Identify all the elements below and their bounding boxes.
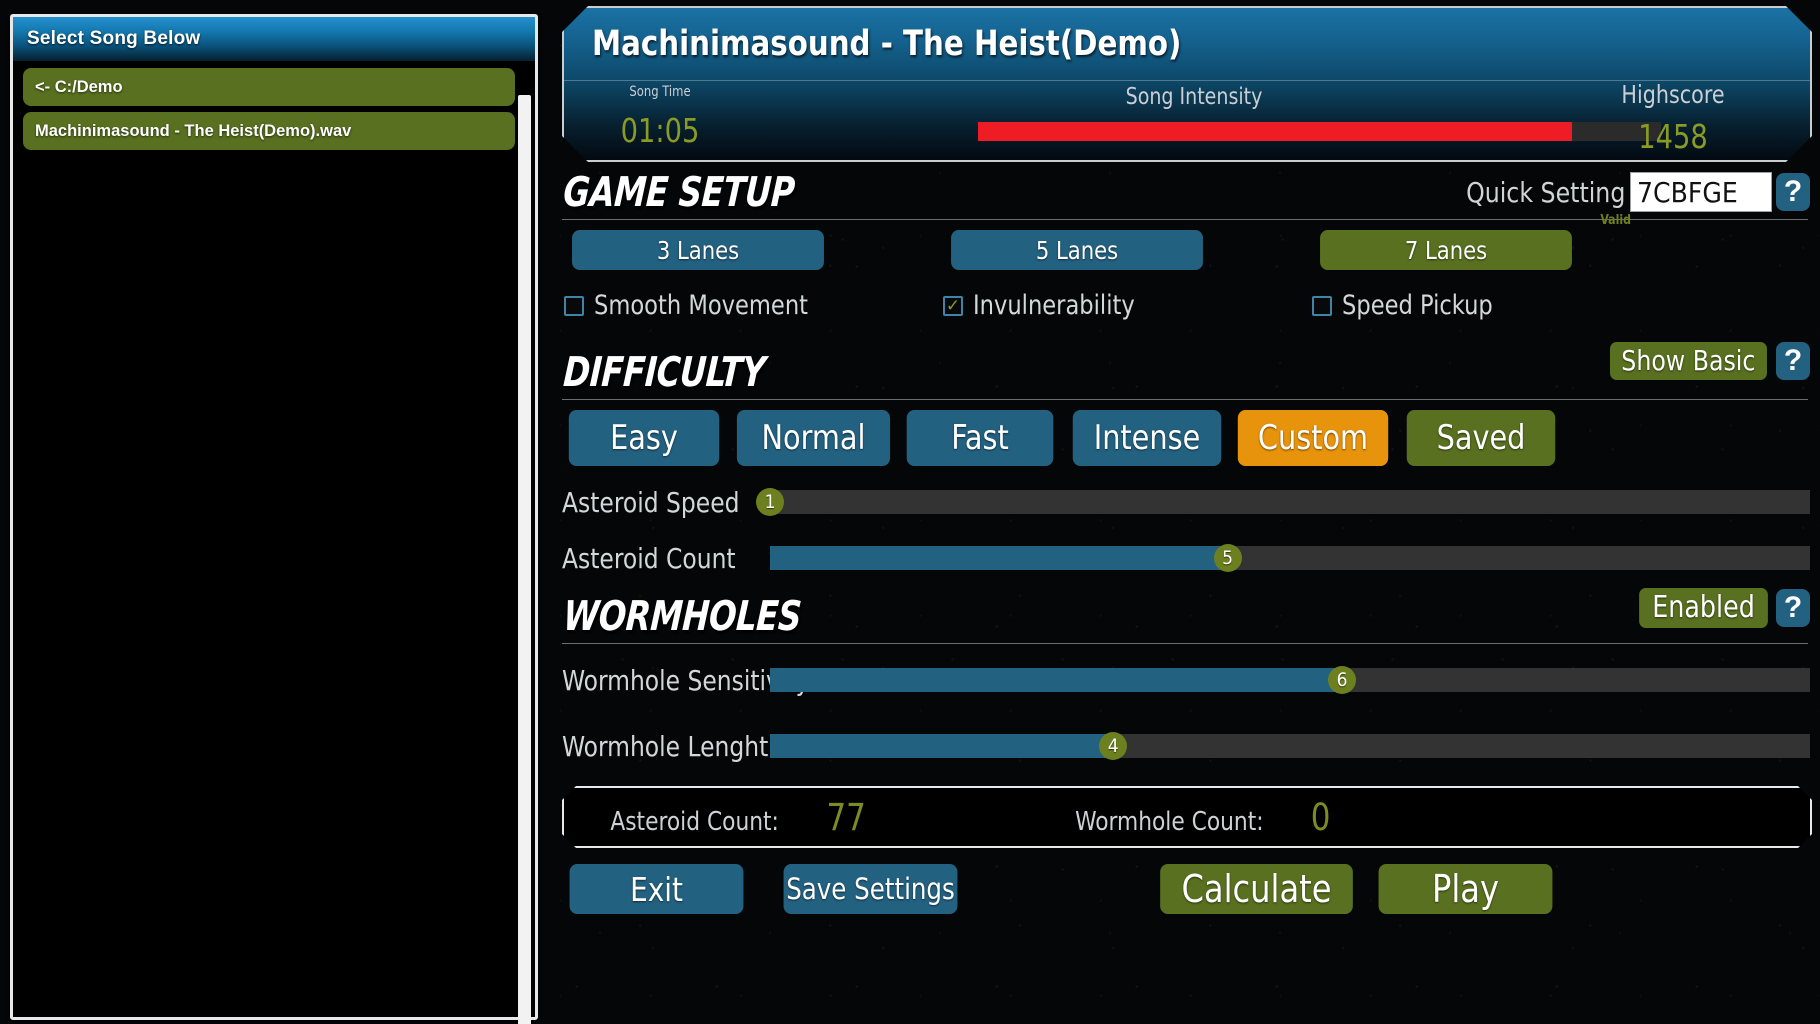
song-list-scrollbar-thumb[interactable] — [518, 95, 531, 1024]
asteroid-speed-label: Asteroid Speed — [562, 485, 740, 519]
wormhole-count-summary: Wormhole Count: 0 — [1068, 796, 1332, 839]
slider-knob[interactable]: 4 — [1099, 732, 1128, 760]
asteroid-count-summary: Asteroid Count: 77 — [604, 796, 868, 839]
difficulty-fast-button[interactable]: Fast — [906, 410, 1054, 466]
song-browser-title: Select Song Below — [27, 28, 201, 49]
wormhole-length-slider[interactable]: 4 — [770, 732, 1810, 760]
difficulty-normal-button[interactable]: Normal — [736, 410, 891, 466]
asteroid-count-slider[interactable]: 5 — [770, 544, 1810, 572]
asteroid-count-summary-label: Asteroid Count: — [610, 806, 779, 837]
checkbox-label: Invulnerability — [973, 290, 1135, 321]
wormhole-sensitivity-slider-row: Wormhole Sensitivity 6 — [562, 658, 1812, 702]
song-list-item-label: <- C:/Demo — [35, 77, 123, 96]
quick-setting-group: Quick Setting Valid ? — [1461, 172, 1810, 228]
slider-knob[interactable]: 6 — [1328, 666, 1356, 694]
wormhole-count-summary-label: Wormhole Count: — [1074, 806, 1264, 837]
wormholes-help-icon[interactable]: ? — [1776, 589, 1810, 627]
difficulty-saved-button[interactable]: Saved — [1406, 410, 1556, 466]
asteroid-speed-slider-row: Asteroid Speed 1 — [562, 480, 1812, 524]
song-time-label: Song Time — [629, 84, 691, 100]
highscore-stat: Highscore 1458 — [1558, 80, 1788, 156]
checkbox-label: Speed Pickup — [1342, 290, 1493, 321]
action-button-row: Exit Save Settings Calculate Play — [562, 864, 1812, 920]
highscore-value: 1458 — [1638, 117, 1708, 156]
lane-count-3-button[interactable]: 3 Lanes — [572, 230, 824, 270]
checkbox-label: Smooth Movement — [594, 290, 809, 321]
song-intensity-stat: Song Intensity — [864, 84, 1524, 141]
song-time-value: 01:05 — [620, 111, 700, 150]
app-window: Select Song Below <- C:/Demo Machinimaso… — [0, 0, 1820, 1024]
quick-setting-label: Quick Setting — [1465, 175, 1625, 209]
game-setup-header: GAME SETUP Quick Setting Valid ? — [562, 168, 1812, 228]
slider-fill — [770, 668, 1342, 692]
wormhole-sensitivity-label: Wormhole Sensitivity — [562, 663, 810, 697]
calculate-button[interactable]: Calculate — [1160, 864, 1353, 914]
slider-fill — [770, 734, 1114, 758]
settings-content: GAME SETUP Quick Setting Valid ? 3 Lanes… — [562, 168, 1812, 1018]
game-setup-title: GAME SETUP — [562, 168, 796, 216]
difficulty-easy-button[interactable]: Easy — [568, 410, 720, 466]
lane-count-7-button[interactable]: 7 Lanes — [1320, 230, 1572, 270]
difficulty-preset-group: Easy Normal Fast Intense Custom Saved — [562, 410, 1812, 468]
now-playing-banner: Machinimasound - The Heist(Demo) Song Ti… — [562, 6, 1812, 162]
counts-summary-panel: Asteroid Count: 77 Wormhole Count: 0 — [562, 786, 1812, 848]
quick-setting-input[interactable] — [1630, 172, 1772, 212]
song-list-item-directory[interactable]: <- C:/Demo — [23, 68, 515, 106]
wormholes-title: WORMHOLES — [562, 592, 803, 640]
song-list-item-label: Machinimasound - The Heist(Demo).wav — [35, 121, 352, 140]
difficulty-header-actions: Show Basic ? — [1605, 342, 1810, 380]
quick-setting-help-icon[interactable]: ? — [1776, 173, 1810, 211]
save-settings-button[interactable]: Save Settings — [783, 864, 958, 914]
wormhole-length-slider-row: Wormhole Lenght 4 — [562, 724, 1812, 768]
song-time-stat: Song Time 01:05 — [580, 84, 740, 150]
difficulty-intense-button[interactable]: Intense — [1072, 410, 1222, 466]
highscore-label: Highscore — [1621, 80, 1725, 109]
song-list-item-file[interactable]: Machinimasound - The Heist(Demo).wav — [23, 112, 515, 150]
section-divider — [562, 399, 1808, 400]
slider-fill — [770, 546, 1228, 570]
invulnerability-checkbox[interactable]: ✓ Invulnerability — [943, 290, 1147, 321]
asteroid-count-slider-row: Asteroid Count 5 — [562, 536, 1812, 580]
wormholes-enabled-toggle[interactable]: Enabled — [1639, 588, 1768, 628]
section-divider — [562, 643, 1808, 644]
asteroid-count-label: Asteroid Count — [562, 541, 736, 575]
quick-setting-status: Valid — [1599, 212, 1631, 228]
smooth-movement-checkbox[interactable]: Smooth Movement — [564, 290, 824, 321]
song-intensity-bar-fill — [978, 122, 1572, 141]
song-intensity-label: Song Intensity — [1125, 84, 1263, 110]
lane-count-group: 3 Lanes 5 Lanes 7 Lanes — [562, 230, 1812, 274]
difficulty-header: DIFFICULTY Show Basic ? — [562, 342, 1812, 402]
checkbox-box — [1312, 295, 1332, 316]
wormhole-length-label: Wormhole Lenght — [562, 729, 769, 763]
wormhole-count-summary-value: 0 — [1311, 795, 1331, 839]
wormhole-sensitivity-slider[interactable]: 6 — [770, 666, 1810, 694]
exit-button[interactable]: Exit — [569, 864, 744, 914]
difficulty-help-icon[interactable]: ? — [1776, 342, 1810, 380]
difficulty-title: DIFFICULTY — [562, 348, 767, 396]
play-button[interactable]: Play — [1378, 864, 1553, 914]
difficulty-custom-button[interactable]: Custom — [1237, 410, 1389, 466]
wormholes-header-actions: Enabled ? — [1635, 588, 1810, 628]
quick-setting-label-wrap: Quick Setting Valid — [1465, 175, 1631, 228]
slider-knob[interactable]: 5 — [1213, 544, 1242, 572]
slider-knob[interactable]: 1 — [756, 488, 784, 516]
speed-pickup-checkbox[interactable]: Speed Pickup — [1312, 290, 1504, 321]
song-title: Machinimasound - The Heist(Demo) — [592, 24, 1182, 64]
song-browser-header: Select Song Below — [13, 17, 535, 61]
wormholes-header: WORMHOLES Enabled ? — [562, 588, 1812, 646]
lane-count-5-button[interactable]: 5 Lanes — [951, 230, 1203, 270]
song-browser-panel: Select Song Below <- C:/Demo Machinimaso… — [10, 14, 538, 1024]
checkbox-box: ✓ — [943, 295, 963, 316]
asteroid-count-summary-value: 77 — [826, 795, 867, 839]
asteroid-speed-slider[interactable]: 1 — [756, 488, 1810, 516]
show-basic-button[interactable]: Show Basic — [1610, 342, 1767, 380]
checkbox-box — [564, 295, 584, 316]
game-options-group: Smooth Movement ✓ Invulnerability Speed … — [562, 290, 1812, 344]
